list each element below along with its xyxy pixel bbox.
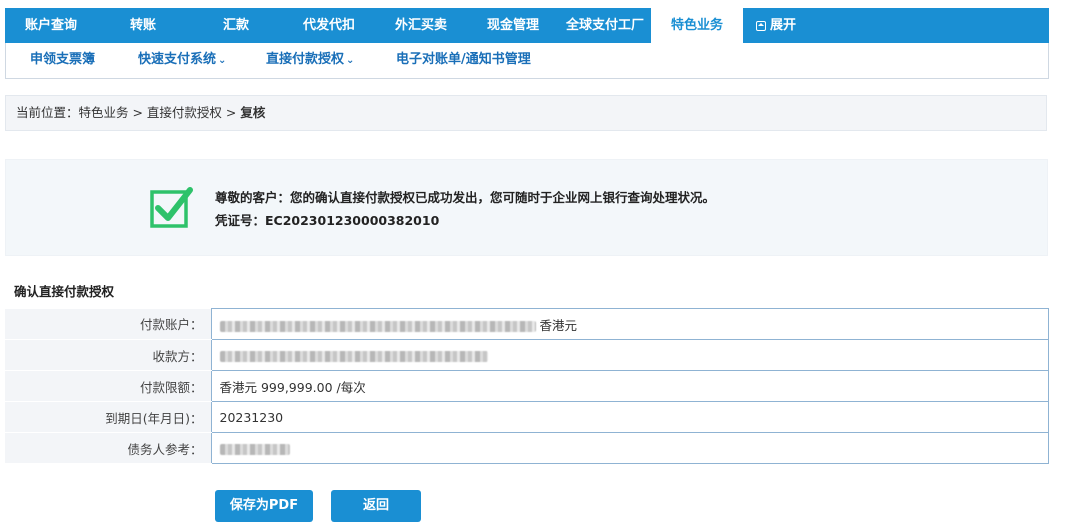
chevron-down-icon: ⌄	[218, 55, 227, 66]
tab-global-payment-factory[interactable]: 全球支付工厂	[559, 8, 651, 43]
subnav-dda-label: 直接付款授权	[266, 52, 345, 67]
payee-value	[210, 339, 1049, 371]
table-row: 债务人参考：	[5, 432, 1049, 464]
payment-limit-label: 付款限额：	[5, 370, 211, 402]
tab-fx-trading[interactable]: 外汇买卖	[375, 8, 467, 43]
chevron-down-icon: ⌄	[346, 55, 355, 66]
table-row: 收款方：	[5, 339, 1049, 371]
subnav-fps-label: 快速支付系统	[138, 52, 217, 67]
save-pdf-button[interactable]: 保存为PDF	[215, 490, 313, 522]
tab-transfer[interactable]: 转账	[97, 8, 189, 43]
success-message: 尊敬的客户：您的确认直接付款授权已成功发出，您可随时于企业网上银行查询处理状况。	[215, 190, 716, 205]
tab-remittance[interactable]: 汇款	[189, 8, 283, 43]
tab-cash-management[interactable]: 现金管理	[467, 8, 559, 43]
tab-special-services[interactable]: 特色业务	[651, 8, 743, 43]
success-notice: 尊敬的客户：您的确认直接付款授权已成功发出，您可随时于企业网上银行查询处理状况。…	[5, 159, 1048, 256]
breadcrumb: 当前位置：特色业务 > 直接付款授权 > 复核	[5, 95, 1047, 131]
tab-payroll[interactable]: 代发代扣	[283, 8, 375, 43]
table-row: 到期日(年月日)： 20231230	[5, 401, 1049, 433]
subnav-e-statement[interactable]: 电子对账单/通知书管理	[396, 43, 531, 77]
expiry-date-label: 到期日(年月日)：	[5, 401, 211, 433]
subnav-fps[interactable]: 快速支付系统 ⌄	[138, 43, 226, 77]
payer-account-currency: 香港元	[539, 317, 577, 333]
expiry-date-value: 20231230	[210, 401, 1049, 433]
top-nav: 账户查询 转账 汇款 代发代扣 外汇买卖 现金管理 全球支付工厂 特色业务 展开	[5, 8, 1049, 43]
redacted-text	[219, 443, 290, 455]
expand-label: 展开	[769, 18, 796, 33]
section-title: 确认直接付款授权	[14, 284, 115, 299]
voucher-number: 凭证号：EC202301230000382010	[215, 213, 440, 228]
redacted-text	[219, 320, 536, 332]
subnav-request-chequebook[interactable]: 申领支票簿	[30, 43, 95, 77]
expand-button[interactable]: 展开	[743, 8, 809, 43]
breadcrumb-current: 复核	[240, 105, 266, 120]
expand-icon	[755, 20, 766, 31]
payer-account-value: 香港元	[210, 308, 1049, 340]
back-button[interactable]: 返回	[331, 490, 421, 522]
table-row: 付款账户： 香港元	[5, 308, 1049, 340]
payer-account-label: 付款账户：	[5, 308, 211, 340]
confirmation-table: 付款账户： 香港元 收款方： 付款限额： 香港元 999,999.00 /每次 …	[5, 308, 1049, 464]
debtor-reference-value	[210, 432, 1049, 464]
breadcrumb-path: 当前位置：特色业务 > 直接付款授权 >	[16, 105, 241, 120]
debtor-reference-label: 债务人参考：	[5, 432, 211, 464]
subnav-direct-debit-authorization[interactable]: 直接付款授权 ⌄	[266, 43, 354, 77]
sub-nav: 申领支票簿 快速支付系统 ⌄ 直接付款授权 ⌄ 电子对账单/通知书管理	[5, 43, 1049, 79]
redacted-text	[219, 350, 488, 362]
tab-account-inquiry[interactable]: 账户查询	[5, 8, 97, 43]
checkmark-icon	[150, 187, 193, 228]
payee-label: 收款方：	[5, 339, 211, 371]
table-row: 付款限额： 香港元 999,999.00 /每次	[5, 370, 1049, 402]
payment-limit-value: 香港元 999,999.00 /每次	[210, 370, 1049, 402]
